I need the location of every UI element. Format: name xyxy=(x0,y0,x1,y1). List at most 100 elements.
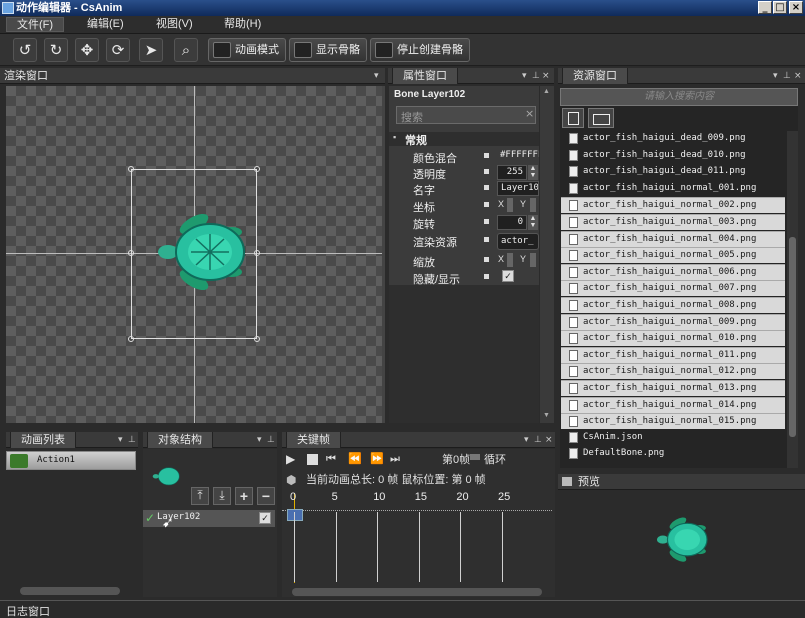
resource-item[interactable]: actor_fish_haigui_normal_007.png xyxy=(561,280,785,297)
handle-bl[interactable] xyxy=(128,336,134,342)
move-bottom-icon[interactable]: ⤓ xyxy=(213,487,231,505)
select-add-icon[interactable]: ➤ xyxy=(139,38,163,62)
resource-item[interactable]: actor_fish_haigui_normal_008.png xyxy=(561,297,785,313)
pin-icon[interactable]: ⊥ xyxy=(783,68,791,84)
move-top-icon[interactable]: ⤒ xyxy=(191,487,209,505)
menu-help[interactable]: 帮助(H) xyxy=(214,17,271,32)
keyframes-scrollbar[interactable] xyxy=(292,588,542,596)
move-icon[interactable]: ✥ xyxy=(75,38,99,62)
opacity-spinner[interactable]: ▲ ▼ xyxy=(528,165,538,180)
menu-view[interactable]: 视图(V) xyxy=(146,17,203,32)
loop-toggle[interactable] xyxy=(470,454,480,460)
turtle-sprite[interactable] xyxy=(146,206,256,296)
resource-item[interactable]: actor_fish_haigui_dead_011.png xyxy=(561,164,785,180)
resource-item[interactable]: actor_fish_haigui_dead_009.png xyxy=(561,131,785,147)
resource-item[interactable]: actor_fish_haigui_normal_006.png xyxy=(561,263,785,280)
panel-close-icon[interactable]: × xyxy=(545,432,553,448)
first-frame-icon[interactable]: ⏮ xyxy=(326,452,336,466)
resource-item[interactable]: actor_fish_haigui_normal_002.png xyxy=(561,197,785,214)
resource-item[interactable]: DefaultBone.png xyxy=(561,446,785,462)
resource-search[interactable]: 请输入搜索内容 xyxy=(560,88,798,106)
resource-item[interactable]: actor_fish_haigui_normal_001.png xyxy=(561,181,785,197)
next-frame-icon[interactable]: ⏩ xyxy=(370,452,384,465)
handle-tr[interactable] xyxy=(254,166,260,172)
maximize-button[interactable]: □ xyxy=(773,1,787,14)
keyframe-marker[interactable] xyxy=(287,509,303,521)
scroll-down-icon[interactable]: ▼ xyxy=(543,412,550,419)
rotation-field[interactable]: 0 xyxy=(497,215,527,230)
stop-create-bones-button[interactable]: 停止创建骨骼 xyxy=(370,38,470,62)
refresh-icon[interactable]: ⟳ xyxy=(106,38,130,62)
properties-scrollbar[interactable]: ▲ ▼ xyxy=(540,86,554,423)
last-frame-icon[interactable]: ⏭ xyxy=(390,452,400,466)
resource-field[interactable]: actor_ xyxy=(497,233,539,250)
visible-check-icon[interactable]: ✓ xyxy=(145,511,155,525)
minimize-button[interactable]: _ xyxy=(758,1,772,14)
panel-menu-icon[interactable]: ▾ xyxy=(524,432,529,448)
visibility-checkbox[interactable]: ✓ xyxy=(502,270,514,282)
resource-item[interactable]: actor_fish_haigui_normal_015.png xyxy=(561,413,785,430)
prev-frame-icon[interactable]: ⏪ xyxy=(348,452,362,465)
section-general[interactable]: ▪ 常规 xyxy=(389,132,539,147)
resource-item[interactable]: actor_fish_haigui_normal_004.png xyxy=(561,230,785,247)
animation-mode-button[interactable]: 动画模式 xyxy=(208,38,286,62)
rotate-left-icon[interactable]: ↺ xyxy=(13,38,37,62)
name-field[interactable]: Layer10 xyxy=(497,181,539,196)
resource-item[interactable]: actor_fish_haigui_normal_010.png xyxy=(561,330,785,347)
resource-item[interactable]: actor_fish_haigui_normal_012.png xyxy=(561,363,785,380)
resource-item[interactable]: actor_fish_haigui_normal_003.png xyxy=(561,214,785,230)
clear-search-icon[interactable]: × xyxy=(525,107,534,120)
folder-icon[interactable] xyxy=(588,108,614,128)
pin-icon[interactable]: ⊥ xyxy=(534,432,542,448)
anim-list-scrollbar[interactable] xyxy=(20,587,120,595)
search-input[interactable]: 搜索 × xyxy=(396,106,536,124)
pin-icon[interactable]: ⊥ xyxy=(267,432,275,448)
keyframe-add-icon[interactable]: ⬢ xyxy=(286,473,296,487)
collapse-icon[interactable]: ▪ xyxy=(393,132,396,142)
opacity-field[interactable]: 255 xyxy=(497,165,527,180)
rotation-spinner[interactable]: ▲ ▼ xyxy=(528,215,538,230)
resource-scroll-thumb[interactable] xyxy=(789,237,796,437)
menu-edit[interactable]: 编辑(E) xyxy=(77,17,134,32)
scale-y-spinner[interactable] xyxy=(530,253,536,267)
resource-item[interactable]: actor_fish_haigui_dead_010.png xyxy=(561,148,785,164)
log-title[interactable]: 日志窗口 xyxy=(6,603,50,618)
panel-menu-icon[interactable]: ▾ xyxy=(374,68,379,84)
resource-item[interactable]: actor_fish_haigui_normal_005.png xyxy=(561,247,785,264)
remove-layer-icon[interactable]: − xyxy=(257,487,275,505)
menu-file[interactable]: 文件(F) xyxy=(6,17,65,32)
panel-menu-icon[interactable]: ▾ xyxy=(522,68,527,84)
x-spinner[interactable] xyxy=(507,198,513,212)
pin-icon[interactable]: ⊥ xyxy=(532,68,540,84)
pin-icon[interactable]: ⊥ xyxy=(128,432,136,448)
new-file-icon[interactable] xyxy=(562,108,584,128)
anim-item[interactable]: Action1 xyxy=(6,451,136,470)
stop-icon[interactable] xyxy=(307,454,318,465)
resource-scrollbar[interactable] xyxy=(787,131,798,468)
handle-br[interactable] xyxy=(254,336,260,342)
resource-item[interactable]: CsAnim.json xyxy=(561,430,785,446)
zoom-icon[interactable]: ⌕ xyxy=(174,38,198,62)
panel-menu-icon[interactable]: ▾ xyxy=(257,432,262,448)
panel-close-icon[interactable]: × xyxy=(542,68,550,84)
handle-l[interactable] xyxy=(128,250,134,256)
panel-menu-icon[interactable]: ▾ xyxy=(773,68,778,84)
layer-checkbox[interactable]: ✓ xyxy=(259,512,271,524)
add-layer-icon[interactable]: + xyxy=(235,487,253,505)
resource-item[interactable]: actor_fish_haigui_normal_014.png xyxy=(561,396,785,413)
resource-item[interactable]: actor_fish_haigui_normal_009.png xyxy=(561,313,785,330)
show-bones-button[interactable]: 显示骨骼 xyxy=(289,38,367,62)
resource-item[interactable]: actor_fish_haigui_normal_011.png xyxy=(561,346,785,363)
resource-item[interactable]: actor_fish_haigui_normal_013.png xyxy=(561,380,785,396)
play-icon[interactable]: ▶ xyxy=(286,452,295,466)
panel-menu-icon[interactable]: ▾ xyxy=(118,432,123,448)
close-button[interactable]: × xyxy=(789,1,803,14)
color-value[interactable]: #FFFFFFF xyxy=(497,149,539,164)
y-spinner[interactable] xyxy=(530,198,536,212)
panel-close-icon[interactable]: × xyxy=(794,68,802,84)
render-canvas[interactable] xyxy=(6,86,382,423)
scroll-up-icon[interactable]: ▲ xyxy=(543,88,550,95)
handle-tl[interactable] xyxy=(128,166,134,172)
rotate-right-icon[interactable]: ↻ xyxy=(44,38,68,62)
scale-x-spinner[interactable] xyxy=(507,253,513,267)
